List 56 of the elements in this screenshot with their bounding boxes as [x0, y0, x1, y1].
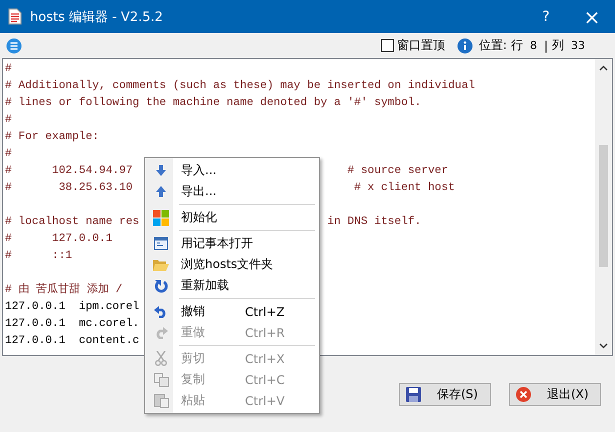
- document-icon: [8, 8, 22, 25]
- comment-line: # 由 苦瓜甘甜 添加 /: [5, 282, 122, 298]
- comment-line: # For example:: [5, 130, 99, 145]
- column-value: 33: [571, 39, 585, 52]
- comment-line: #: [5, 147, 12, 162]
- column-label: 列: [552, 37, 564, 54]
- hosts-entry-line: 127.0.0.1 ipm.corel: [5, 300, 140, 315]
- hosts-entry-line: 127.0.0.1 mc.corel.: [5, 316, 140, 332]
- comment-line: # ::1: [5, 249, 72, 264]
- comment-line: #: [5, 62, 12, 77]
- tiles-icon: [153, 210, 169, 226]
- comment-line: # 102.54.94.97: [5, 164, 133, 179]
- scrollbar-thumb[interactable]: [599, 145, 608, 267]
- menu-item[interactable]: 初始化: [147, 207, 317, 228]
- comment-line: # localhost name res: [5, 214, 140, 230]
- separator-text: |: [544, 38, 548, 52]
- window-icon: [154, 237, 168, 250]
- hosts-entry-line: 127.0.0.1 content.c: [5, 334, 140, 349]
- arrow-up-icon: [156, 186, 166, 197]
- menu-item[interactable]: 撤销 Ctrl+Z: [147, 301, 317, 322]
- menu-item[interactable]: 用记事本打开: [147, 233, 317, 254]
- help-button[interactable]: ?: [523, 0, 569, 33]
- exit-button[interactable]: 退出(X): [509, 382, 601, 406]
- comment-line: # x client host: [354, 180, 455, 196]
- comment-line: in DNS itself.: [327, 214, 422, 230]
- save-button[interactable]: 保存(S): [399, 382, 491, 406]
- position-label: 位置:: [478, 37, 507, 54]
- menu-icon[interactable]: [6, 38, 22, 54]
- comment-line: # lines or following the machine name denoted by a '#' symbol.: [5, 96, 422, 111]
- comment-line: # Additionally, comments (such as these) may be inserted on individual: [5, 78, 475, 94]
- comment-line: # source server: [347, 164, 448, 179]
- copy-icon: [154, 372, 168, 386]
- comment-line: # 38.25.63.10: [5, 181, 133, 196]
- close-button[interactable]: ×: [569, 0, 615, 33]
- scissors-icon: [155, 351, 167, 366]
- reload-icon: [154, 278, 168, 292]
- menu-item[interactable]: 导入...: [147, 160, 317, 181]
- menu-item[interactable]: 导出...: [147, 181, 317, 202]
- pin-checkbox[interactable]: 窗口置顶: [380, 37, 445, 54]
- menu-item[interactable]: 浏览hosts文件夹: [147, 254, 317, 275]
- vertical-scrollbar[interactable]: [595, 59, 612, 355]
- row-label: 行: [510, 37, 523, 54]
- folder-icon: [153, 258, 169, 272]
- clipboard-icon: [154, 393, 168, 408]
- comment-line: # 127.0.0.1: [5, 232, 112, 247]
- menu-item[interactable]: 重新加载: [147, 275, 317, 296]
- scroll-up-icon[interactable]: [599, 65, 608, 71]
- arrow-down-icon: [156, 165, 166, 176]
- comment-line: #: [5, 113, 12, 128]
- row-value: 8: [530, 39, 537, 52]
- scroll-down-icon[interactable]: [599, 343, 608, 349]
- redo-icon: [154, 326, 168, 339]
- info-icon: [456, 38, 473, 54]
- undo-icon: [154, 305, 168, 318]
- close-circle-icon: [516, 386, 531, 402]
- window-title: hosts 编辑器 - V2.5.2: [30, 8, 164, 26]
